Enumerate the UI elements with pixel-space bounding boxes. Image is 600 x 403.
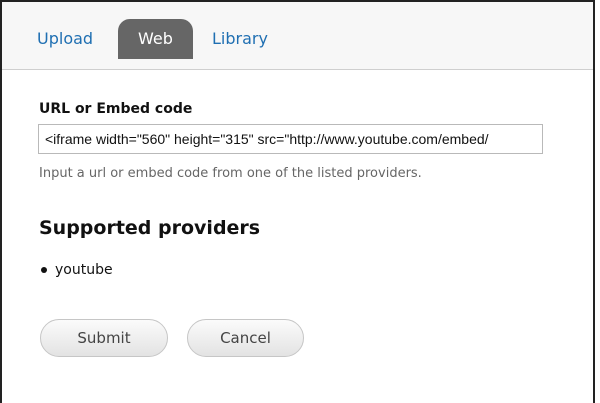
url-field-help: Input a url or embed code from one of th… xyxy=(39,166,422,181)
tab-web[interactable]: Web xyxy=(118,19,193,59)
bullet-icon xyxy=(41,267,47,273)
media-browser-dialog: Upload Web Library URL or Embed code Inp… xyxy=(0,0,595,403)
url-field-label: URL or Embed code xyxy=(39,101,193,117)
url-embed-input[interactable] xyxy=(38,124,543,154)
tab-bar: Upload Web Library xyxy=(2,2,593,70)
cancel-button[interactable]: Cancel xyxy=(187,319,304,357)
tab-upload[interactable]: Upload xyxy=(37,19,93,59)
providers-list: youtube xyxy=(39,259,113,281)
tab-library[interactable]: Library xyxy=(212,19,268,59)
provider-name: youtube xyxy=(55,262,113,278)
providers-heading: Supported providers xyxy=(39,217,261,239)
provider-item: youtube xyxy=(39,259,113,281)
submit-button[interactable]: Submit xyxy=(40,319,168,357)
